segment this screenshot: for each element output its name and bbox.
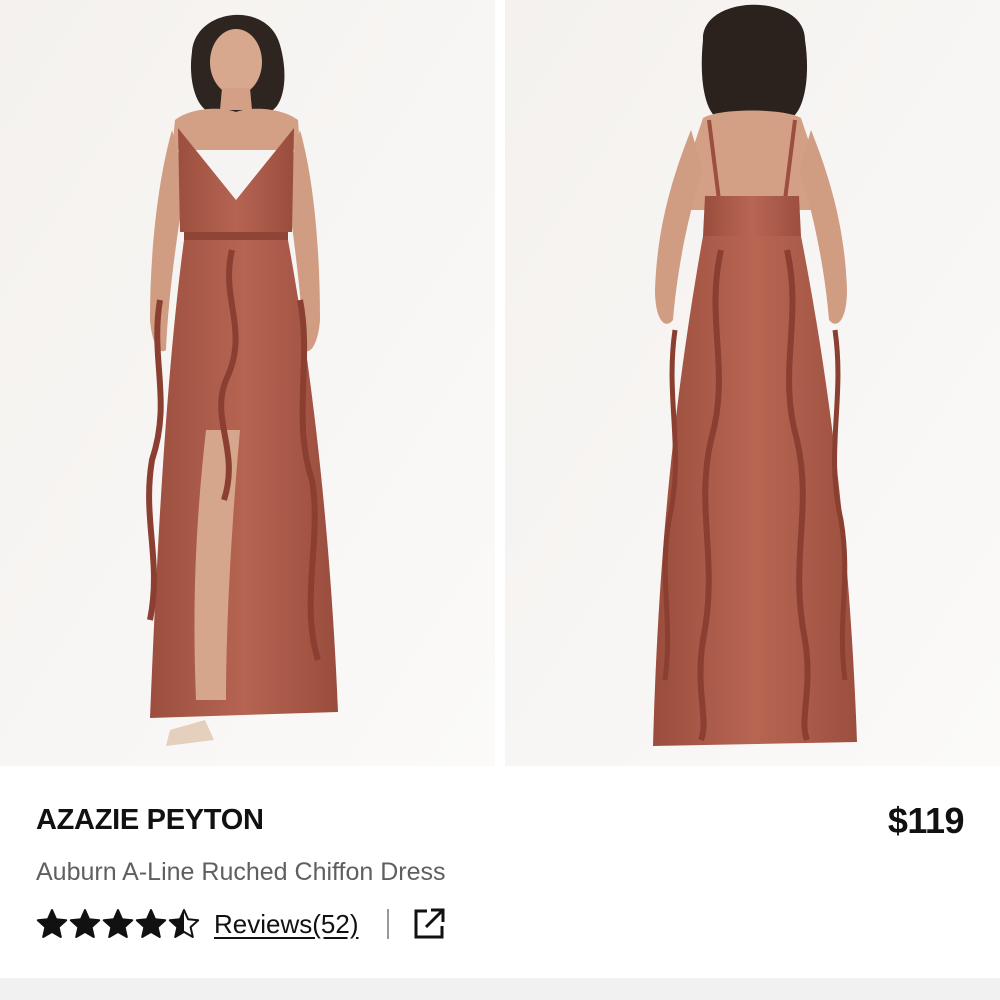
divider — [386, 909, 389, 939]
product-brand-name[interactable]: AZAZIE PEYTON — [36, 804, 264, 837]
footer-strip — [0, 978, 1000, 1000]
product-card: AZAZIE PEYTON $119 Auburn A-Line Ruched … — [0, 0, 1000, 1000]
product-price: $119 — [887, 800, 965, 841]
star-icon — [102, 909, 134, 938]
product-info: AZAZIE PEYTON $119 Auburn A-Line Ruched … — [0, 766, 1000, 978]
rating-row: Reviews(52) — [36, 904, 447, 944]
back-view-illustration — [505, 0, 1000, 766]
star-icon — [36, 909, 68, 938]
star-icon — [135, 909, 167, 938]
front-view-illustration — [0, 0, 495, 766]
star-icon — [168, 909, 200, 938]
product-gallery — [0, 0, 1000, 766]
reviews-link[interactable]: Reviews(52) — [214, 909, 359, 940]
external-link-icon[interactable] — [411, 906, 447, 942]
star-rating — [36, 908, 200, 940]
product-subtitle[interactable]: Auburn A-Line Ruched Chiffon Dress — [36, 858, 446, 887]
star-icon — [69, 909, 101, 938]
product-image-back[interactable] — [505, 0, 1000, 766]
product-image-front[interactable] — [0, 0, 495, 766]
